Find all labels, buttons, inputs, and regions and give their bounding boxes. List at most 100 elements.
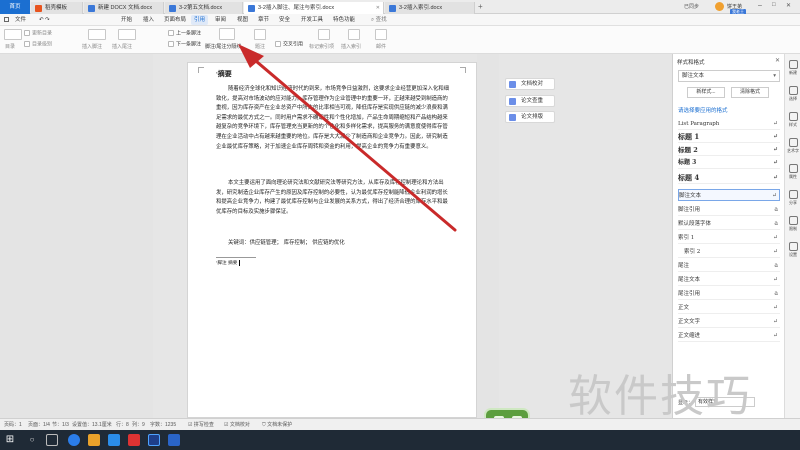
style-item[interactable]: List Paragraph ↵ <box>678 118 780 130</box>
tab-doc-footnote[interactable]: 3-2插入脚注、尾注与索引.docx ✕ <box>244 2 384 14</box>
property-icon <box>788 164 798 173</box>
menu-ribbon-undo-icon[interactable]: ↶ ↷ <box>36 15 53 25</box>
mail-icon[interactable] <box>375 29 387 40</box>
tab-new-docx[interactable]: 新建 DOCX 文档.docx <box>84 2 164 14</box>
cross-ref-button[interactable]: 交叉引用 <box>275 41 303 48</box>
menu-page-layout[interactable]: 页面布局 <box>161 15 189 25</box>
search-box[interactable]: ⌕ 查找 <box>368 15 390 25</box>
tab-docer[interactable]: 稻壳模板 <box>31 2 83 14</box>
style-item[interactable]: 标题 2 ↵ <box>678 144 780 156</box>
footnote-separator-button[interactable]: 脚注/尾注分隔线 <box>205 43 241 50</box>
insert-index-button[interactable]: 插入索引 <box>341 43 361 50</box>
style-item[interactable]: 正文文字 ↵ <box>678 316 780 328</box>
style-tool[interactable]: 样式 <box>787 112 799 128</box>
style-item[interactable]: 索引 1 ↵ <box>678 232 780 244</box>
caption-icon[interactable] <box>254 29 266 40</box>
new-tool[interactable]: 新建 <box>787 60 799 76</box>
share-tool[interactable]: 分享 <box>787 190 799 206</box>
tab-label: 3-2插入索引.docx <box>399 5 443 11</box>
plagiarism-check-button[interactable]: 论文查重 <box>505 95 555 107</box>
tab-doc-index[interactable]: 3-2插入索引.docx <box>385 2 475 14</box>
browser-icon[interactable] <box>68 434 80 446</box>
footnote-text[interactable]: ¹脚注 摘要 <box>216 259 241 269</box>
menu-chapter[interactable]: 章节 <box>255 15 272 25</box>
endnote-icon[interactable] <box>118 29 136 40</box>
insert-footnote-button[interactable]: 插入脚注 <box>82 43 102 50</box>
search-icon[interactable]: ○ <box>26 434 38 446</box>
menu-features[interactable]: 特色功能 <box>330 15 358 25</box>
current-style-select[interactable]: 脚注文本 ▾ <box>678 70 780 82</box>
menu-insert[interactable]: 插入 <box>140 15 157 25</box>
menu-security[interactable]: 安全 <box>276 15 293 25</box>
prev-footnote-button[interactable]: 上一条脚注 <box>168 30 201 37</box>
menu-home[interactable]: 开始 <box>118 15 135 25</box>
style-item[interactable]: 尾注引用 a <box>678 288 780 300</box>
style-pane-title: 样式和格式 <box>677 60 705 66</box>
style-item[interactable]: 脚注引用 a <box>678 204 780 216</box>
clear-format-button[interactable]: 清除格式 <box>731 87 769 98</box>
spell-check[interactable]: ☑ 拼写检查 <box>188 421 214 428</box>
toc-level-button[interactable]: 目录级别 <box>24 41 52 48</box>
menu-view[interactable]: 视图 <box>234 15 251 25</box>
style-item[interactable]: 标题 4 ↵ <box>678 172 780 184</box>
insert-endnote-button[interactable]: 插入尾注 <box>112 43 132 50</box>
settings-tool[interactable]: 设置 <box>787 242 799 258</box>
protect-status[interactable]: ⛉ 文档未保护 <box>262 421 292 428</box>
doc-proof-status[interactable]: ☑ 文档校对 <box>224 421 250 428</box>
restrict-tool[interactable]: 限制 <box>787 216 799 232</box>
style-item[interactable]: 默认段落字体 a <box>678 218 780 230</box>
style-item[interactable]: 索引 2 ↵ <box>678 246 780 258</box>
minimize-icon[interactable]: – <box>758 2 762 9</box>
avatar[interactable] <box>715 2 724 11</box>
update-toc-button[interactable]: 更新目录 <box>24 30 52 37</box>
style-item[interactable]: 正文缩进 ↵ <box>678 330 780 342</box>
photoshop-icon[interactable] <box>148 434 160 446</box>
home-tab[interactable]: 首页 <box>0 0 30 14</box>
mark-entry-button[interactable]: 标记索引项 <box>309 43 334 50</box>
property-tool[interactable]: 属性 <box>787 164 799 180</box>
tab-doc-3-2-5[interactable]: 3-2第五文档.docx <box>165 2 243 14</box>
caption-button[interactable]: 题注 <box>255 43 265 50</box>
up-icon <box>168 30 174 36</box>
style-item[interactable]: 标题 3 ↵ <box>678 157 780 169</box>
layout-icon <box>509 114 516 121</box>
style-item[interactable]: 尾注文本 ↵ <box>678 274 780 286</box>
word-icon[interactable] <box>168 434 180 446</box>
windows-start-icon[interactable]: ⊞ <box>4 434 16 446</box>
thesis-layout-button[interactable]: 论文排版 <box>505 111 555 123</box>
folder-icon[interactable] <box>88 434 100 446</box>
document-page[interactable]: ¹摘要 随着经济全球化和知识经济时代的到来，市场竞争日益激烈，这要求企业经营更加… <box>187 62 477 418</box>
menu-references[interactable]: 引用 <box>191 15 209 25</box>
wordart-tool[interactable]: 艺术字 <box>787 138 799 154</box>
select-tool[interactable]: 选择 <box>787 86 799 102</box>
app-icon[interactable] <box>108 434 120 446</box>
style-item-label: 索引 2 <box>684 249 701 255</box>
style-item[interactable]: 尾注 a <box>678 260 780 272</box>
mail-button[interactable]: 邮件 <box>376 43 386 50</box>
status-words[interactable]: 字数：1235 <box>150 421 176 428</box>
menu-icon[interactable] <box>4 17 9 22</box>
doc-proofread-button[interactable]: 文档校对 <box>505 78 555 90</box>
toc-icon[interactable] <box>4 29 22 40</box>
footnote-icon[interactable] <box>88 29 106 40</box>
separator-icon[interactable] <box>219 28 235 40</box>
paragraph-mark-icon: ↵ <box>772 248 778 255</box>
task-view-icon[interactable] <box>46 434 58 446</box>
maximize-icon[interactable]: □ <box>772 2 776 8</box>
next-footnote-button[interactable]: 下一条脚注 <box>168 41 201 48</box>
add-tab-icon[interactable]: + <box>478 2 483 11</box>
menu-file[interactable]: 文件 <box>12 15 29 25</box>
wps-icon[interactable] <box>128 434 140 446</box>
insert-index-icon[interactable] <box>348 29 360 40</box>
menu-review[interactable]: 审阅 <box>212 15 229 25</box>
style-item[interactable]: 标题 1 ↵ <box>678 131 780 143</box>
toc-button[interactable]: 目录 <box>5 43 15 50</box>
new-style-button[interactable]: 新样式... <box>687 87 725 98</box>
close-window-icon[interactable]: ✕ <box>786 2 791 9</box>
close-icon[interactable]: ✕ <box>376 2 380 14</box>
style-item[interactable]: 正文 ↵ <box>678 302 780 314</box>
style-item-selected[interactable]: 脚注文本 ↵ <box>678 189 780 201</box>
close-pane-icon[interactable]: ✕ <box>775 57 780 64</box>
menu-developer[interactable]: 开发工具 <box>298 15 326 25</box>
mark-entry-icon[interactable] <box>318 29 330 40</box>
